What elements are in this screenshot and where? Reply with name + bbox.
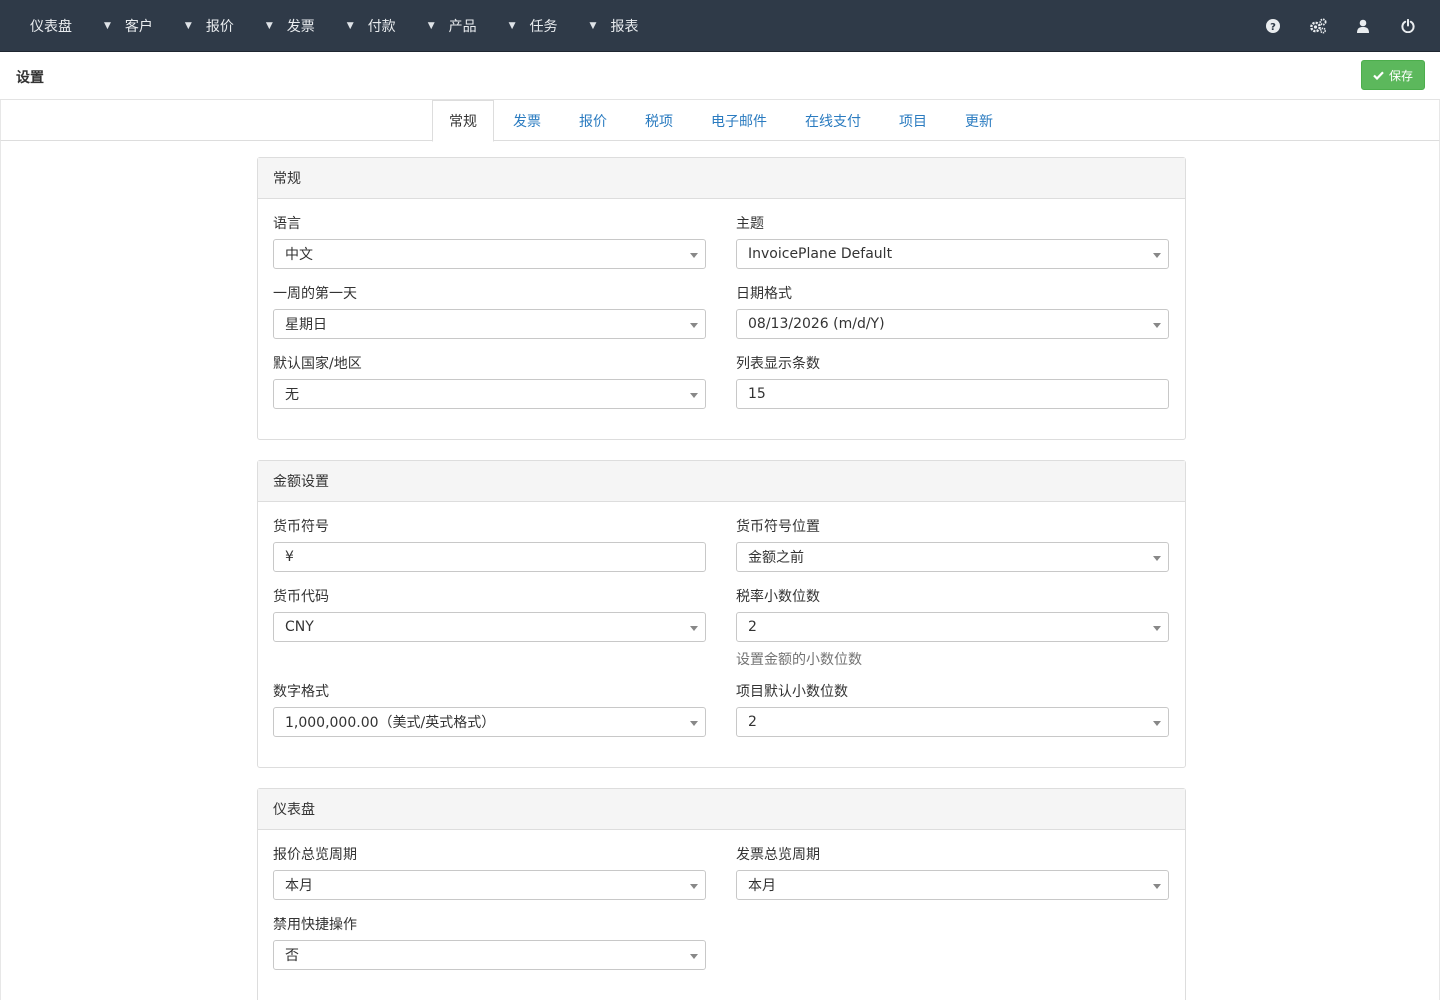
theme-field: 主题 InvoicePlane Default bbox=[736, 214, 1169, 269]
nav-tasks[interactable]: 任务 ▼ bbox=[530, 0, 611, 51]
currency-symbol-label: 货币符号 bbox=[273, 519, 329, 535]
settings-icon[interactable] bbox=[1295, 0, 1340, 51]
nav-invoices[interactable]: 发票 ▼ bbox=[287, 0, 368, 51]
currency-code-field: 货币代码 CNY bbox=[273, 587, 706, 642]
tab-projects[interactable]: 项目 bbox=[880, 100, 946, 141]
chevron-down-icon: ▼ bbox=[265, 20, 273, 31]
page-title: 设置 bbox=[16, 70, 44, 86]
first-day-field: 一周的第一天 星期日 bbox=[273, 284, 706, 339]
disable-quick-select[interactable]: 否 bbox=[273, 940, 706, 970]
tab-general[interactable]: 常规 bbox=[432, 100, 494, 142]
chevron-down-icon: ▼ bbox=[184, 20, 192, 31]
symbol-placement-field: 货币符号位置 金额之前 bbox=[736, 517, 1169, 572]
tab-quotes[interactable]: 报价 bbox=[560, 100, 626, 141]
tab-online-payment[interactable]: 在线支付 bbox=[786, 100, 880, 141]
currency-symbol-input[interactable]: ¥ bbox=[273, 542, 706, 572]
nav-clients-label: 客户 bbox=[124, 18, 153, 35]
nav-products-label: 产品 bbox=[448, 18, 477, 35]
nav-quotes-label: 报价 bbox=[205, 18, 234, 35]
symbol-placement-label: 货币符号位置 bbox=[736, 519, 820, 535]
panel-general-heading: 常规 bbox=[258, 158, 1185, 199]
invoice-period-label: 发票总览周期 bbox=[736, 847, 820, 863]
nav-reports-label: 报表 bbox=[610, 18, 639, 35]
symbol-placement-select[interactable]: 金额之前 bbox=[736, 542, 1169, 572]
number-format-select[interactable]: 1,000,000.00（美式/英式格式） bbox=[273, 707, 706, 737]
language-select[interactable]: 中文 bbox=[273, 239, 706, 269]
panel-amount: 金额设置 货币符号 ¥ 货币符号位置 金额之前 货币代码 CNY 税率小数位数 … bbox=[257, 460, 1186, 768]
number-format-label: 数字格式 bbox=[273, 684, 329, 700]
quote-period-field: 报价总览周期 本月 bbox=[273, 845, 706, 900]
tax-decimals-select[interactable]: 2 bbox=[736, 612, 1169, 642]
tab-email[interactable]: 电子邮件 bbox=[692, 100, 786, 141]
user-icon[interactable] bbox=[1340, 0, 1385, 51]
chevron-down-icon: ▼ bbox=[104, 20, 111, 31]
tax-decimals-help: 设置金额的小数位数 bbox=[736, 652, 862, 668]
tax-decimals-field: 税率小数位数 2 设置金额的小数位数 bbox=[736, 587, 1169, 669]
currency-code-label: 货币代码 bbox=[273, 589, 329, 605]
settings-content: 常规 语言 中文 主题 InvoicePlane Default 一周的第一天 … bbox=[0, 141, 1440, 1000]
default-country-label: 默认国家/地区 bbox=[273, 356, 362, 372]
nav-dashboard[interactable]: 仪表盘 ▼ bbox=[0, 0, 125, 51]
item-decimals-label: 项目默认小数位数 bbox=[736, 684, 848, 700]
save-button[interactable]: 保存 bbox=[1360, 60, 1425, 90]
quote-period-select[interactable]: 本月 bbox=[273, 870, 706, 900]
rows-per-page-field: 列表显示条数 15 bbox=[736, 354, 1169, 409]
main-menu: 仪表盘 ▼ 客户 ▼ 报价 ▼ 发票 ▼ 付款 ▼ 产品 ▼ 任务 ▼ 报表 bbox=[0, 0, 638, 51]
page-header: 设置 保存 bbox=[0, 52, 1440, 100]
tab-taxes[interactable]: 税项 bbox=[626, 100, 692, 141]
nav-payments-label: 付款 bbox=[367, 18, 396, 35]
rows-per-page-label: 列表显示条数 bbox=[736, 356, 820, 372]
chevron-down-icon: ▼ bbox=[589, 20, 597, 31]
first-day-label: 一周的第一天 bbox=[273, 286, 357, 302]
nav-reports[interactable]: 报表 bbox=[610, 0, 638, 51]
first-day-select[interactable]: 星期日 bbox=[273, 309, 706, 339]
tab-updates[interactable]: 更新 bbox=[946, 100, 1012, 141]
default-country-select[interactable]: 无 bbox=[273, 379, 706, 409]
check-icon bbox=[1373, 70, 1384, 80]
disable-quick-field: 禁用快捷操作 否 bbox=[273, 915, 706, 970]
tax-decimals-label: 税率小数位数 bbox=[736, 589, 820, 605]
tab-invoices[interactable]: 发票 bbox=[494, 100, 560, 141]
settings-tabs: 常规 发票 报价 税项 电子邮件 在线支付 项目 更新 bbox=[432, 100, 1012, 142]
currency-code-select[interactable]: CNY bbox=[273, 612, 706, 642]
power-icon[interactable] bbox=[1385, 0, 1430, 51]
item-decimals-field: 项目默认小数位数 2 bbox=[736, 682, 1169, 737]
panel-amount-heading: 金额设置 bbox=[258, 461, 1185, 502]
invoice-period-field: 发票总览周期 本月 bbox=[736, 845, 1169, 900]
panel-dashboard-heading: 仪表盘 bbox=[258, 789, 1185, 830]
save-button-label: 保存 bbox=[1388, 68, 1413, 83]
nav-products[interactable]: 产品 ▼ bbox=[449, 0, 530, 51]
chevron-down-icon: ▼ bbox=[346, 20, 354, 31]
quote-period-label: 报价总览周期 bbox=[273, 847, 357, 863]
panel-dashboard: 仪表盘 报价总览周期 本月 发票总览周期 本月 禁用快捷操作 否 bbox=[257, 788, 1186, 1000]
chevron-down-icon: ▼ bbox=[427, 20, 435, 31]
theme-label: 主题 bbox=[736, 216, 764, 232]
rows-per-page-input[interactable]: 15 bbox=[736, 379, 1169, 409]
help-icon[interactable]: ? bbox=[1250, 0, 1295, 51]
chevron-down-icon: ▼ bbox=[508, 20, 516, 31]
nav-tasks-label: 任务 bbox=[529, 18, 558, 35]
theme-select[interactable]: InvoicePlane Default bbox=[736, 239, 1169, 269]
date-format-field: 日期格式 08/13/2026 (m/d/Y) bbox=[736, 284, 1169, 339]
number-format-field: 数字格式 1,000,000.00（美式/英式格式） bbox=[273, 682, 706, 737]
item-decimals-select[interactable]: 2 bbox=[736, 707, 1169, 737]
nav-actions: ? bbox=[1250, 0, 1430, 51]
date-format-select[interactable]: 08/13/2026 (m/d/Y) bbox=[736, 309, 1169, 339]
nav-payments[interactable]: 付款 ▼ bbox=[368, 0, 449, 51]
invoice-period-select[interactable]: 本月 bbox=[736, 870, 1169, 900]
language-field: 语言 中文 bbox=[273, 214, 706, 269]
default-country-field: 默认国家/地区 无 bbox=[273, 354, 706, 409]
nav-invoices-label: 发票 bbox=[286, 18, 315, 35]
svg-text:?: ? bbox=[1270, 22, 1276, 33]
language-label: 语言 bbox=[273, 216, 301, 232]
nav-dashboard-label: 仪表盘 bbox=[30, 18, 72, 35]
date-format-label: 日期格式 bbox=[736, 286, 792, 302]
nav-clients[interactable]: 客户 ▼ bbox=[125, 0, 206, 51]
nav-quotes[interactable]: 报价 ▼ bbox=[206, 0, 287, 51]
disable-quick-label: 禁用快捷操作 bbox=[273, 917, 357, 933]
panel-general: 常规 语言 中文 主题 InvoicePlane Default 一周的第一天 … bbox=[257, 157, 1186, 440]
currency-symbol-field: 货币符号 ¥ bbox=[273, 517, 706, 572]
top-navbar: 仪表盘 ▼ 客户 ▼ 报价 ▼ 发票 ▼ 付款 ▼ 产品 ▼ 任务 ▼ 报表 ? bbox=[0, 0, 1440, 52]
settings-tabs-bar: 常规 发票 报价 税项 电子邮件 在线支付 项目 更新 bbox=[0, 100, 1440, 142]
